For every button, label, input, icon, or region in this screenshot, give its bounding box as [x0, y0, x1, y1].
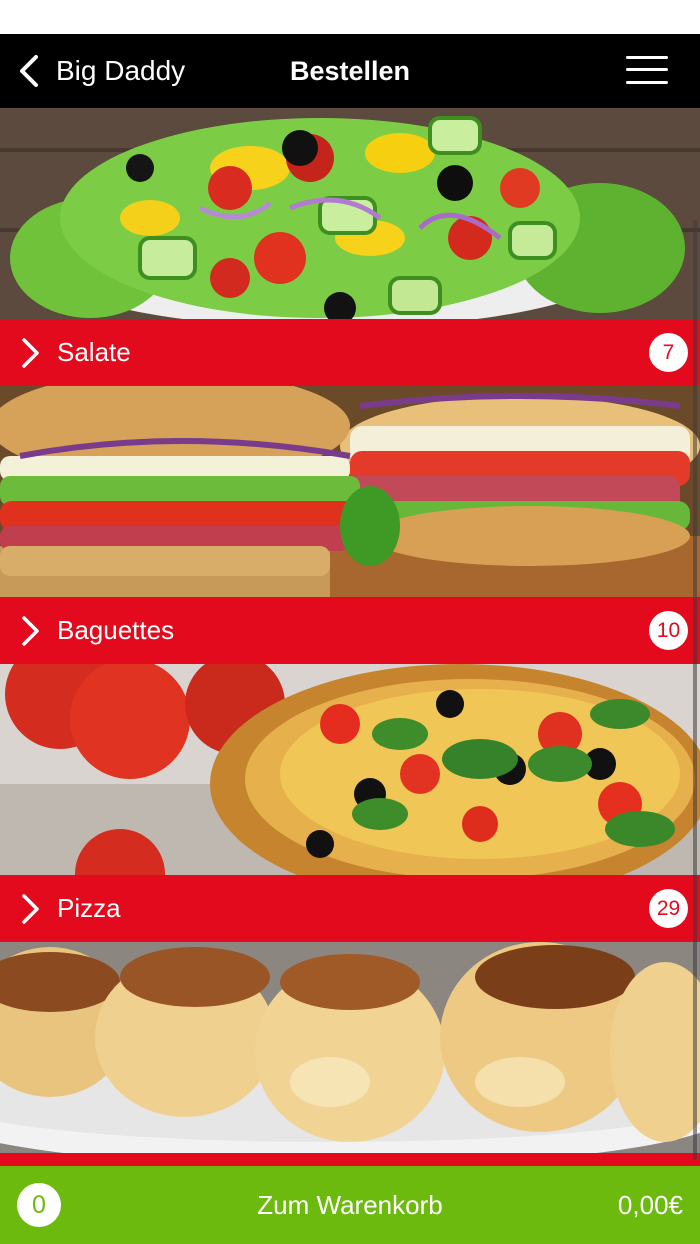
back-button-label: Big Daddy [56, 55, 186, 86]
status-bar [0, 0, 700, 34]
category-bar-salate[interactable]: Salate 7 [0, 319, 700, 386]
item-count-badge: 29 [649, 889, 688, 928]
cart-button-label: Zum Warenkorb [257, 1190, 443, 1220]
navigation-bar: Big Daddy Bestellen [0, 34, 700, 108]
category-baguettes: Baguettes 10 [0, 386, 700, 664]
menu-button[interactable] [626, 54, 668, 86]
salad-photo[interactable] [0, 108, 700, 319]
category-rolls [0, 942, 700, 1166]
category-bar-partial[interactable] [0, 1153, 700, 1166]
cart-count-badge: 0 [17, 1183, 61, 1227]
chevron-right-icon [22, 894, 39, 924]
baked-rolls-photo[interactable] [0, 942, 700, 1153]
pizza-photo[interactable] [0, 664, 700, 875]
back-button[interactable]: Big Daddy [18, 34, 185, 108]
category-bar-pizza[interactable]: Pizza 29 [0, 875, 700, 942]
cart-button[interactable]: 0 Zum Warenkorb 0,00€ [0, 1166, 700, 1244]
category-pizza: Pizza 29 [0, 664, 700, 942]
chevron-right-icon [22, 616, 39, 646]
cart-total: 0,00€ [617, 1190, 683, 1220]
chevron-right-icon [22, 338, 39, 368]
baguette-sandwich-photo[interactable] [0, 386, 700, 597]
scrollbar[interactable] [693, 220, 697, 1160]
item-count-badge: 7 [649, 333, 688, 372]
category-label: Salate [57, 337, 131, 367]
category-bar-baguettes[interactable]: Baguettes 10 [0, 597, 700, 664]
hamburger-menu-icon [626, 56, 668, 59]
category-label: Pizza [57, 893, 121, 923]
chevron-left-icon [20, 55, 38, 87]
category-list[interactable]: Salate 7 Baguettes 10 Pizza 29 [0, 108, 700, 1166]
category-salate: Salate 7 [0, 108, 700, 386]
item-count-badge: 10 [649, 611, 688, 650]
category-label: Baguettes [57, 615, 175, 645]
